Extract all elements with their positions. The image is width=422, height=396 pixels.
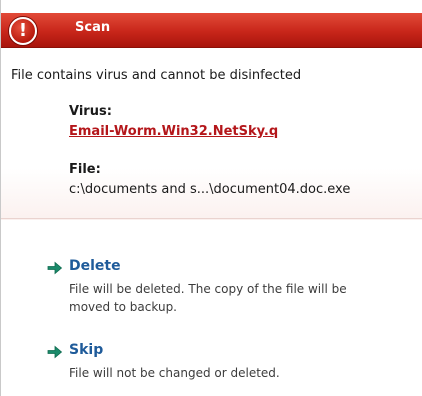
scan-alert-window: ! Scan File contains virus and cannot be… [0,0,422,396]
green-arrow-icon [47,345,63,359]
delete-action[interactable]: Delete File will be deleted. The copy of… [47,258,417,318]
alert-icon: ! [9,17,37,45]
virus-label: Virus: [69,104,112,119]
delete-action-description: File will be deleted. The copy of the fi… [69,282,347,314]
alert-message: File contains virus and cannot be disinf… [11,68,302,83]
skip-action-title[interactable]: Skip [69,342,103,358]
skip-action-description: File will not be changed or deleted. [69,366,280,380]
delete-action-title[interactable]: Delete [69,258,121,274]
virus-name-link[interactable]: Email-Worm.Win32.NetSky.q [69,124,278,139]
file-path: c:\documents and s...\document04.doc.exe [69,182,351,197]
section-divider [1,218,422,219]
file-label: File: [69,162,101,177]
title-bar [1,13,422,48]
skip-action[interactable]: Skip File will not be changed or deleted… [47,342,417,386]
window-title: Scan [75,20,111,35]
green-arrow-icon [47,261,63,275]
